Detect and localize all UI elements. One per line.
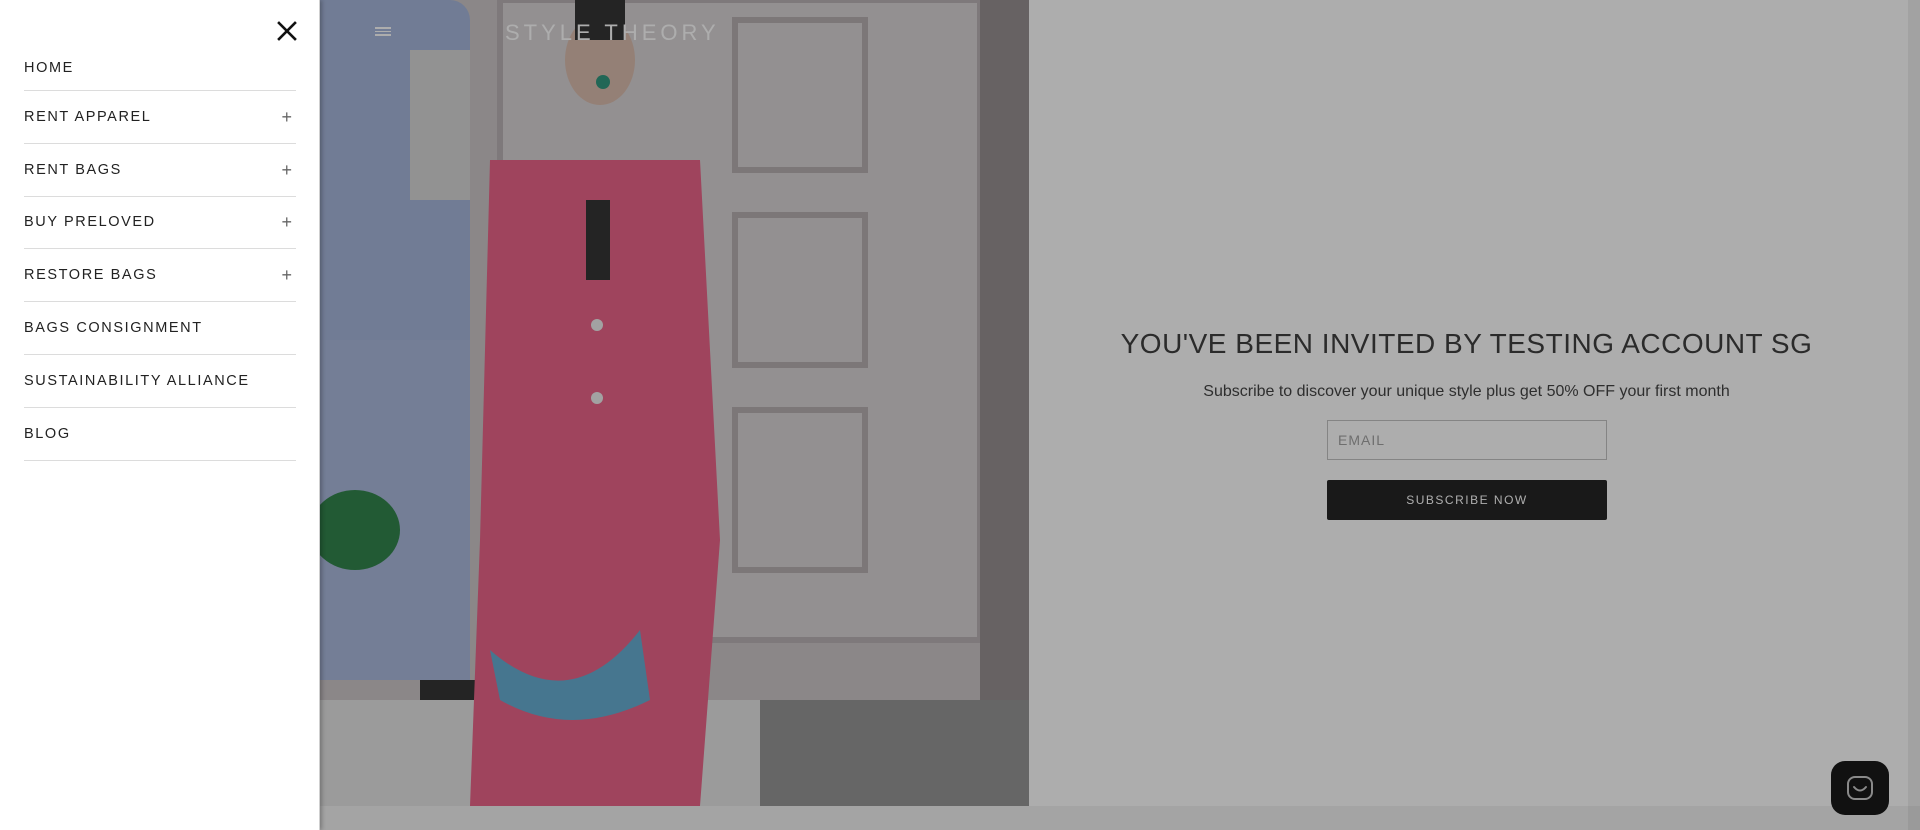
menu-item-label: SUSTAINABILITY ALLIANCE <box>24 372 250 389</box>
expand-plus-icon[interactable]: + <box>281 213 292 231</box>
menu-item-label: BUY PRELOVED <box>24 214 156 231</box>
menu-item-restore-bags[interactable]: RESTORE BAGS + <box>24 249 296 303</box>
drawer-menu: HOME RENT APPAREL + RENT BAGS + BUY PREL… <box>24 45 296 461</box>
menu-item-blog[interactable]: BLOG <box>24 408 296 461</box>
chat-smile-icon <box>1847 776 1873 800</box>
menu-item-sustainability-alliance[interactable]: SUSTAINABILITY ALLIANCE <box>24 355 296 408</box>
menu-item-rent-apparel[interactable]: RENT APPAREL + <box>24 91 296 144</box>
menu-item-label: BAGS CONSIGNMENT <box>24 320 203 337</box>
menu-item-bags-consignment[interactable]: BAGS CONSIGNMENT <box>24 302 296 355</box>
expand-plus-icon[interactable]: + <box>281 161 292 179</box>
menu-item-label: BLOG <box>24 425 71 442</box>
scrollbar-track[interactable] <box>1908 0 1920 830</box>
menu-item-home[interactable]: HOME <box>24 45 296 91</box>
menu-item-rent-bags[interactable]: RENT BAGS + <box>24 144 296 197</box>
navigation-drawer: HOME RENT APPAREL + RENT BAGS + BUY PREL… <box>0 0 320 830</box>
menu-item-label: RENT APPAREL <box>24 108 152 125</box>
menu-item-label: RENT BAGS <box>24 161 122 178</box>
expand-plus-icon[interactable]: + <box>281 108 292 126</box>
menu-item-buy-preloved[interactable]: BUY PRELOVED + <box>24 197 296 250</box>
chat-widget-button[interactable] <box>1831 761 1889 815</box>
expand-plus-icon[interactable]: + <box>281 266 292 284</box>
menu-item-label: HOME <box>24 59 74 76</box>
close-icon <box>277 21 297 41</box>
menu-item-label: RESTORE BAGS <box>24 267 158 284</box>
close-drawer-button[interactable] <box>272 16 302 46</box>
